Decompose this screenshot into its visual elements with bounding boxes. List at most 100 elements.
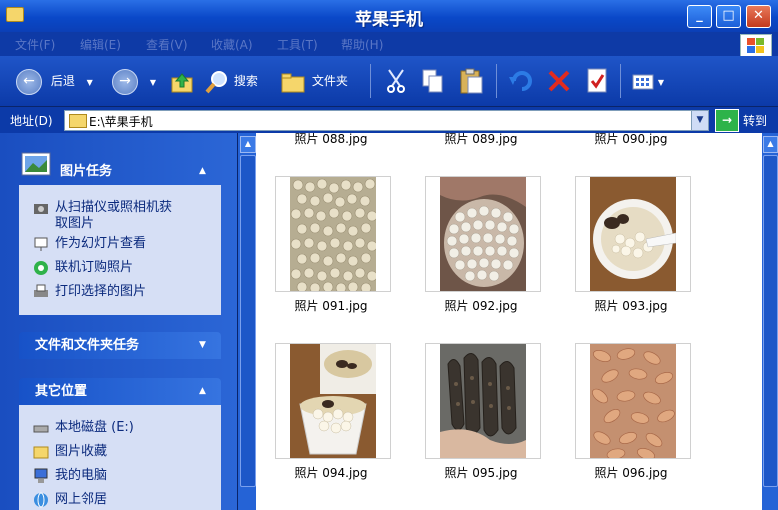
dropdown-arrow-icon: ▼	[149, 78, 156, 87]
place-network[interactable]: 网上邻居	[33, 488, 107, 508]
file-caption[interactable]: 照片 093.jpg	[566, 297, 696, 314]
menu-file[interactable]: 文件(F)	[15, 36, 55, 53]
toolbar-separator	[496, 64, 497, 98]
scrollbar-thumb[interactable]	[240, 155, 256, 487]
file-thumbnail[interactable]	[575, 176, 691, 292]
copy-icon[interactable]	[420, 68, 446, 94]
soup-cup-photo	[290, 344, 376, 458]
menu-help[interactable]: 帮助(H)	[341, 36, 383, 53]
camera-icon	[34, 203, 48, 214]
forward-arrow-icon: →	[112, 68, 138, 95]
file-thumbnail[interactable]	[275, 343, 391, 459]
task-scan-item[interactable]: 从扫描仪或照相机获	[33, 196, 172, 216]
menu-bar: 文件(F) 编辑(E) 查看(V) 收藏(A) 工具(T) 帮助(H)	[0, 32, 778, 56]
views-button[interactable]: ▼	[632, 68, 664, 94]
place-local-disk[interactable]: 本地磁盘 (E:)	[33, 416, 134, 436]
task-scan-item-line2[interactable]: 取图片	[55, 212, 94, 231]
file-caption[interactable]: 照片 095.jpg	[416, 464, 546, 481]
other-places-title: 其它位置	[35, 384, 88, 399]
file-caption[interactable]: 照片 092.jpg	[416, 297, 546, 314]
back-button[interactable]: ← 后退 ▼	[16, 68, 93, 95]
dropdown-arrow-icon: ▼	[657, 78, 664, 87]
menu-favorites[interactable]: 收藏(A)	[211, 36, 253, 53]
maximize-button[interactable]: □	[716, 5, 741, 28]
file-folder-tasks-title: 文件和文件夹任务	[35, 338, 140, 353]
file-caption[interactable]: 照片 096.jpg	[566, 464, 696, 481]
picture-tasks-body: 从扫描仪或照相机获 取图片 作为幻灯片查看 联机订购照片 打印选择的图片	[19, 185, 221, 315]
file-view: 照片 088.jpg 照片 089.jpg 照片 090.jpg 照片 091.…	[256, 133, 762, 510]
task-print-item[interactable]: 打印选择的图片	[33, 280, 146, 300]
file-folder-tasks-header[interactable]: 文件和文件夹任务 ▼	[19, 332, 221, 359]
task-slideshow-item[interactable]: 作为幻灯片查看	[33, 232, 146, 252]
file-caption[interactable]: 照片 090.jpg	[566, 133, 696, 147]
folders-label: 文件夹	[311, 74, 348, 88]
scroll-up-arrow-icon[interactable]: ▲	[240, 136, 256, 153]
menu-view[interactable]: 查看(V)	[146, 36, 188, 53]
order-online-icon	[34, 260, 48, 275]
address-bar: 地址(D) E:\苹果手机 ▼ → 转到	[0, 107, 778, 133]
back-arrow-icon: ←	[16, 68, 42, 95]
collapse-chevron-icon[interactable]: ▲	[199, 378, 213, 405]
place-my-pictures[interactable]: 图片收藏	[33, 440, 107, 460]
computer-icon	[34, 468, 48, 483]
close-button[interactable]: ✕	[746, 5, 771, 28]
address-label: 地址(D)	[10, 114, 53, 128]
menu-tools[interactable]: 工具(T)	[277, 36, 318, 53]
up-folder-button[interactable]	[170, 68, 196, 94]
views-icon	[632, 74, 654, 89]
file-thumbnail[interactable]	[425, 176, 541, 292]
other-places-body: 本地磁盘 (E:) 图片收藏 我的电脑 网上邻居	[19, 405, 221, 510]
printer-icon	[34, 284, 48, 297]
file-thumbnail[interactable]	[425, 343, 541, 459]
pictures-folder-icon	[33, 446, 49, 458]
scroll-up-arrow-icon[interactable]: ▲	[763, 136, 778, 153]
undo-icon[interactable]	[508, 69, 534, 93]
toolbar: ← 后退 ▼ → ▼ 搜索 文件夹 ▼	[0, 56, 778, 106]
address-dropdown-button[interactable]: ▼	[691, 110, 709, 131]
expand-chevron-icon[interactable]: ▼	[199, 332, 213, 359]
menu-edit[interactable]: 编辑(E)	[80, 36, 121, 53]
folder-icon	[69, 114, 87, 128]
picture-tasks-header[interactable]: 图片任务 ▲	[40, 158, 221, 185]
collapse-chevron-icon[interactable]: ▲	[199, 158, 213, 185]
paste-icon[interactable]	[458, 67, 484, 95]
disk-drive-icon	[33, 425, 49, 432]
picture-tasks-title: 图片任务	[60, 164, 113, 179]
dried-shrimp-photo	[590, 344, 676, 458]
address-input[interactable]: E:\苹果手机	[64, 110, 692, 131]
sea-cucumber-photo	[440, 344, 526, 458]
folders-button[interactable]: 文件夹	[280, 68, 348, 94]
other-places-header[interactable]: 其它位置 ▲	[19, 378, 221, 405]
task-order-prints-item[interactable]: 联机订购照片	[33, 256, 133, 276]
soup-bowl-photo	[590, 177, 676, 291]
window-title: 苹果手机	[355, 10, 423, 30]
folders-icon	[281, 73, 305, 92]
properties-icon[interactable]	[584, 67, 610, 95]
file-thumbnail[interactable]	[275, 176, 391, 292]
go-button[interactable]: 转到	[743, 112, 767, 129]
windows-logo-icon	[740, 34, 772, 58]
beans-photo	[290, 177, 376, 291]
dropdown-arrow-icon: ▼	[86, 78, 93, 87]
up-folder-icon	[171, 72, 193, 92]
task-pane-scrollbar[interactable]: ▲	[238, 133, 256, 510]
search-button[interactable]: 搜索	[204, 68, 258, 94]
task-pane: 图片任务 ▲ 从扫描仪或照相机获 取图片 作为幻灯片查看 联机订购照片 打印选择…	[0, 133, 237, 510]
toolbar-separator	[620, 64, 621, 98]
seeds-in-hand-photo	[440, 177, 526, 291]
file-caption[interactable]: 照片 094.jpg	[266, 464, 396, 481]
file-caption[interactable]: 照片 089.jpg	[416, 133, 546, 147]
minimize-button[interactable]: _	[687, 5, 712, 28]
back-label: 后退	[50, 74, 75, 88]
delete-icon[interactable]	[546, 69, 572, 93]
file-caption[interactable]: 照片 088.jpg	[266, 133, 396, 147]
file-thumbnail[interactable]	[575, 343, 691, 459]
file-view-scrollbar[interactable]: ▲	[762, 133, 778, 510]
place-my-computer[interactable]: 我的电脑	[33, 464, 107, 484]
forward-button[interactable]: → ▼	[112, 68, 156, 95]
scrollbar-thumb[interactable]	[763, 155, 778, 487]
file-caption[interactable]: 照片 091.jpg	[266, 297, 396, 314]
address-path: E:\苹果手机	[89, 115, 153, 129]
go-arrow-icon[interactable]: →	[715, 109, 739, 132]
cut-icon[interactable]	[384, 68, 408, 94]
